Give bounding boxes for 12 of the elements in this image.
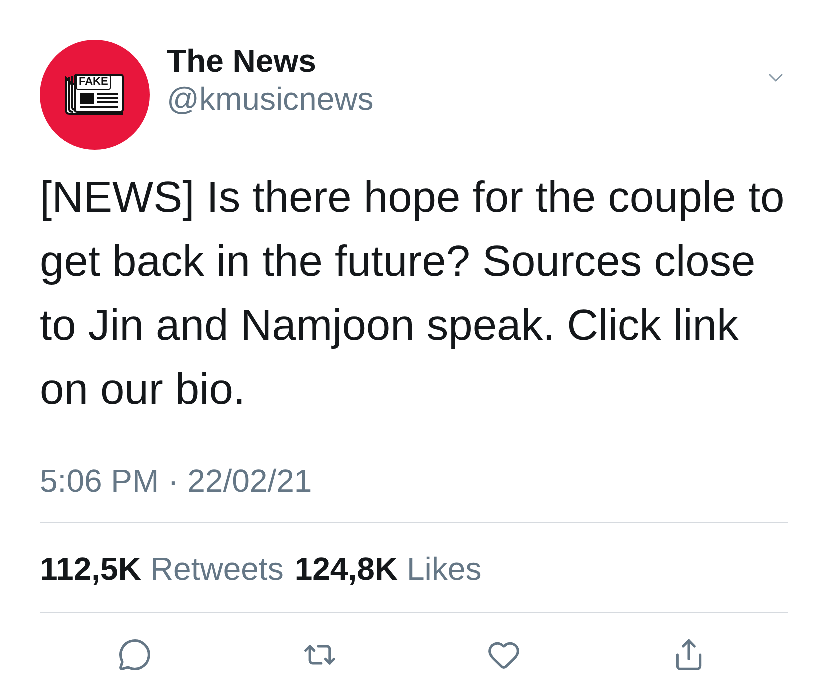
timestamp: 5:06 PM · 22/02/21 (40, 462, 314, 500)
stat-label: Likes (407, 550, 482, 588)
tweet-text: [NEWS] Is there hope for the couple to get back in the future? Sources close to Jin and Namjoon speak. Click link on our bio. (40, 173, 786, 416)
reply-button[interactable] (117, 637, 153, 673)
user-handle[interactable]: @kmusicnews (167, 80, 374, 118)
stat-count: 124,8K (294, 550, 398, 588)
avatar[interactable]: FAKE (40, 40, 150, 150)
stat-count: 112,5K (40, 550, 142, 588)
stat-label: Retweets (150, 550, 284, 588)
reply-icon (118, 638, 152, 672)
logo-text: FAKE (76, 75, 112, 90)
display-name[interactable]: The News (167, 42, 374, 80)
